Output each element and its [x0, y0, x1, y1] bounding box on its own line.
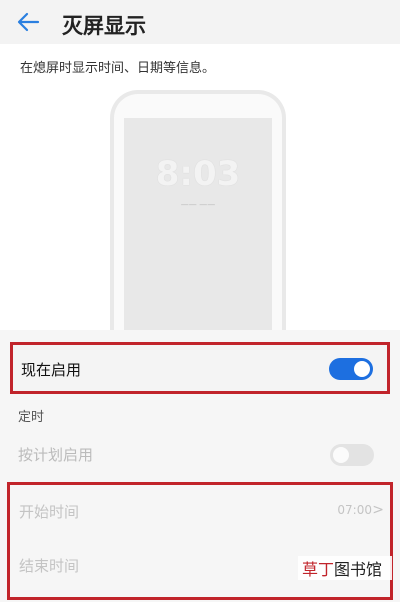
start-time-label: 开始时间	[19, 503, 80, 521]
app-bar: 灭屏显示	[0, 0, 400, 44]
watermark-part1: 草丁	[302, 560, 335, 579]
chevron-right-icon: >	[372, 502, 384, 518]
enable-now-label: 现在启用	[21, 361, 82, 379]
preview-clock: 8:03	[155, 154, 241, 194]
preview-date: —— ——	[180, 200, 216, 209]
watermark-part2: 图书馆	[334, 560, 383, 579]
watermark: 草丁图书馆	[298, 556, 392, 580]
back-arrow-icon[interactable]	[14, 8, 42, 36]
end-time-label: 结束时间	[19, 557, 80, 575]
scheduled-enable-toggle[interactable]	[330, 444, 374, 466]
toggle-knob	[354, 361, 370, 377]
time-range-box: 开始时间 07:00 > 结束时间	[7, 482, 393, 600]
enable-now-row[interactable]: 现在启用	[10, 342, 390, 394]
scheduled-enable-label: 按计划启用	[18, 446, 94, 464]
start-time-row[interactable]: 开始时间 07:00 >	[10, 485, 390, 539]
start-time-value: 07:00	[337, 503, 372, 517]
phone-screen: 8:03 —— ——	[124, 118, 272, 330]
phone-preview: 8:03 —— ——	[110, 90, 286, 330]
schedule-section-title: 定时	[18, 410, 45, 425]
enable-now-toggle[interactable]	[329, 358, 373, 380]
toggle-knob	[333, 447, 349, 463]
feature-description: 在熄屏时显示时间、日期等信息。	[20, 61, 216, 76]
page-title: 灭屏显示	[62, 14, 146, 38]
